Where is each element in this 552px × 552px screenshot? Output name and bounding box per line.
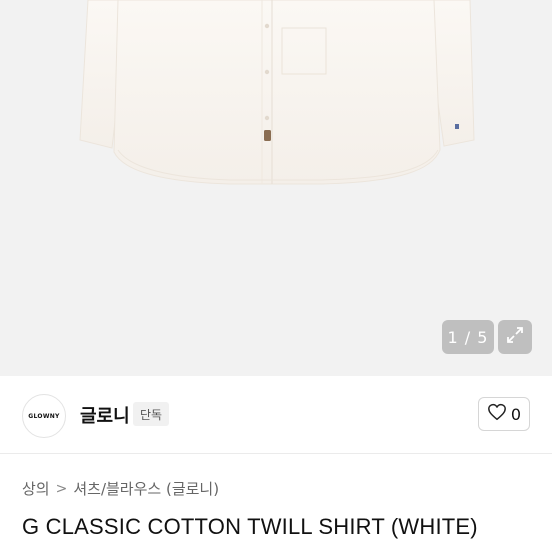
seller-logo-text: GLOWNY (28, 412, 60, 420)
expand-icon (505, 325, 525, 349)
like-count: 0 (510, 404, 522, 424)
like-button[interactable]: 0 (478, 397, 530, 431)
expand-button[interactable] (498, 320, 532, 354)
breadcrumb-item-subcategory[interactable]: 셔츠/블라우스 (글로니) (73, 478, 219, 499)
exclusive-badge: 단독 (133, 402, 170, 426)
image-counter: 1 / 5 (442, 320, 494, 354)
breadcrumb-item-category[interactable]: 상의 (22, 478, 50, 499)
product-image-gallery[interactable]: 1 / 5 (0, 0, 552, 376)
breadcrumb: 상의 > 셔츠/블라우스 (글로니) (22, 478, 219, 499)
breadcrumb-separator: > (55, 480, 68, 497)
product-title: G CLASSIC COTTON TWILL SHIRT (WHITE) (22, 514, 478, 539)
heart-icon (487, 403, 507, 425)
seller-name[interactable]: 글로니 (80, 402, 130, 428)
seller-logo[interactable]: GLOWNY (22, 394, 66, 438)
